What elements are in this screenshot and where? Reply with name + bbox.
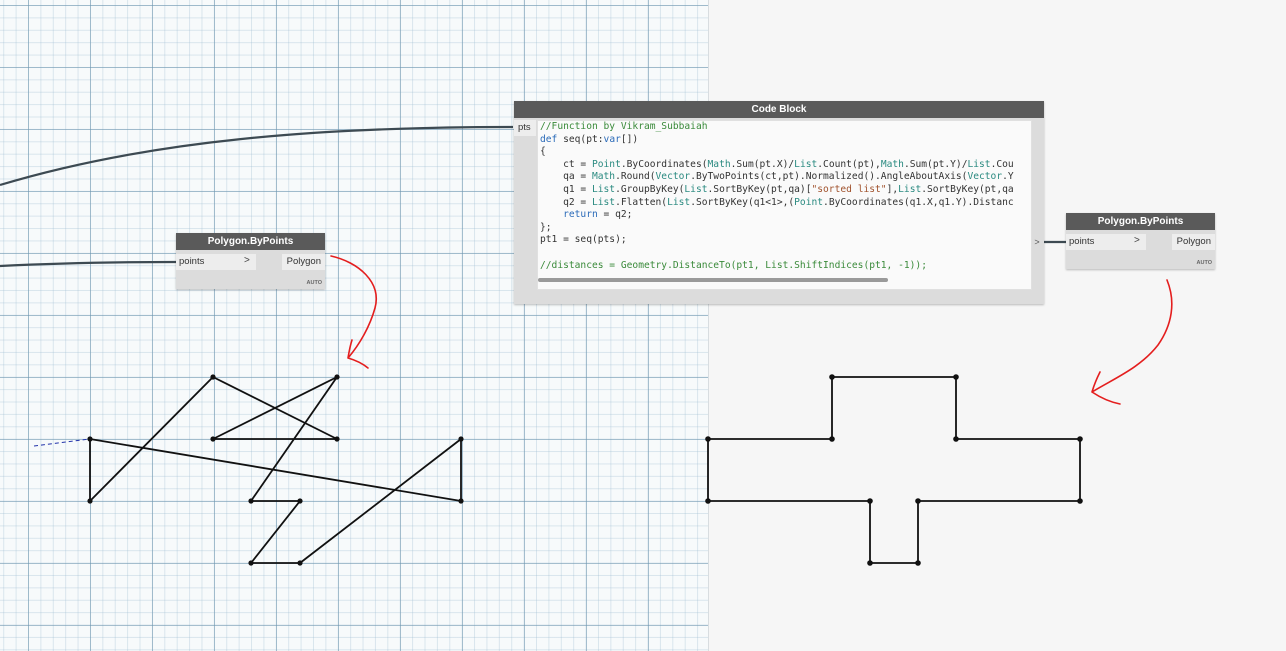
code-block-node[interactable]: Code Block pts //Function by Vikram_Subb… xyxy=(514,101,1044,304)
code-token: .Y xyxy=(1002,171,1014,183)
code-token: return xyxy=(563,209,598,221)
code-block-title[interactable]: Code Block xyxy=(514,101,1044,118)
polygon-node-title[interactable]: Polygon.ByPoints xyxy=(176,233,325,250)
code-line[interactable]: q2 = List.Flatten(List.SortByKey(q1<1>,(… xyxy=(540,197,1031,210)
code-token: pt1 = seq(pts); xyxy=(540,234,627,246)
annotation-arrow-right xyxy=(1091,279,1173,405)
code-line[interactable]: ct = Point.ByCoordinates(Math.Sum(pt.X)/… xyxy=(540,159,1031,172)
code-token: .Count(pt), xyxy=(817,158,881,170)
code-token: ct = xyxy=(540,158,592,170)
code-token: Vector xyxy=(967,171,1003,183)
code-line[interactable]: qa = Math.Round(Vector.ByTwoPoints(ct,pt… xyxy=(540,171,1031,184)
code-editor-scrollbar[interactable] xyxy=(538,278,888,282)
code-token: q2 = xyxy=(540,196,592,208)
lacing-label[interactable]: AUTO xyxy=(1197,260,1212,266)
code-token: List xyxy=(591,183,616,195)
polygon-output-label: Polygon xyxy=(1176,236,1211,247)
code-token: .Round( xyxy=(615,171,656,183)
sorted-polygon xyxy=(707,376,1081,564)
code-token: var xyxy=(603,133,621,145)
annotation-arrow-left xyxy=(330,255,377,369)
code-token: .GroupByKey( xyxy=(615,183,685,195)
code-token: "sorted list" xyxy=(811,183,887,195)
code-token: .Sum(pt.X)/ xyxy=(730,158,795,170)
code-token: seq(pt: xyxy=(563,133,604,145)
code-token: List xyxy=(684,183,708,195)
polygon-bypoints-node-left[interactable]: Polygon.ByPoints points > Polygon AUTO xyxy=(176,233,325,289)
code-token: Point xyxy=(794,196,824,208)
code-line[interactable]: def seq(pt:var[]) xyxy=(540,134,1031,147)
geometry-canvas[interactable] xyxy=(0,0,1286,651)
input-arrow-icon: > xyxy=(1134,235,1140,246)
code-token: q1 = xyxy=(540,183,592,195)
code-token: .ByCoordinates(q1.X,q1.Y).Distanc xyxy=(823,196,1014,208)
code-block-output-port[interactable]: > xyxy=(1030,234,1044,250)
code-token: ], xyxy=(886,183,899,195)
code-token: Math xyxy=(591,171,616,183)
code-token: .Flatten( xyxy=(615,196,668,208)
code-token: //distances = Geometry.DistanceTo(pt1, L… xyxy=(540,259,927,271)
code-token: { xyxy=(540,146,546,158)
polygon-output-port[interactable]: Polygon xyxy=(282,254,325,270)
code-line[interactable]: //Function by Vikram_Subbaiah xyxy=(540,121,1031,134)
code-line[interactable]: pt1 = seq(pts); xyxy=(540,234,1031,247)
code-token: }; xyxy=(540,221,552,233)
sorted-polygon-vertices xyxy=(705,374,1083,566)
code-token: .ByTwoPoints(ct,pt).Normalized().AngleAb… xyxy=(690,171,968,183)
code-token: Point xyxy=(591,158,621,170)
polygon-node-title[interactable]: Polygon.ByPoints xyxy=(1066,213,1215,230)
code-block-output-symbol: > xyxy=(1034,237,1040,247)
wire-to-code-block xyxy=(0,125,514,187)
code-token: .Sum(pt.Y)/ xyxy=(903,158,968,170)
code-line[interactable]: }; xyxy=(540,222,1031,235)
code-token: Math xyxy=(707,158,731,170)
code-token: List xyxy=(667,196,691,208)
code-token: //Function by Vikram_Subbaiah xyxy=(540,121,708,132)
code-token: = q2; xyxy=(597,209,633,221)
code-token: def xyxy=(540,133,564,145)
code-token: List xyxy=(591,196,616,208)
code-token: qa = xyxy=(540,171,592,183)
code-token: List xyxy=(794,158,818,170)
code-line[interactable]: { xyxy=(540,146,1031,159)
polygon-output-port[interactable]: Polygon xyxy=(1172,234,1215,250)
code-editor[interactable]: //Function by Vikram_Subbaiah def seq(pt:… xyxy=(537,120,1032,290)
wire-to-left-polygon xyxy=(0,260,177,268)
code-line[interactable]: //distances = Geometry.DistanceTo(pt1, L… xyxy=(540,260,1031,273)
points-input-label: points xyxy=(1069,236,1095,247)
code-token: .SortByKey(pt,qa xyxy=(921,183,1014,195)
polygon-output-label: Polygon xyxy=(286,256,321,267)
code-token: .Cou xyxy=(990,158,1014,170)
code-token: .SortByKey(q1<1>,( xyxy=(690,196,795,208)
dashed-preview-line xyxy=(33,438,91,447)
code-token: List xyxy=(898,183,922,195)
code-token: Vector xyxy=(655,171,691,183)
code-token: List xyxy=(967,158,991,170)
input-arrow-icon: > xyxy=(244,255,250,266)
code-line[interactable]: return = q2; xyxy=(540,209,1031,222)
code-block-input-label: pts xyxy=(518,122,531,133)
code-token: []) xyxy=(620,133,639,145)
unsorted-polygon xyxy=(89,376,462,564)
code-block-input-port[interactable]: pts xyxy=(514,120,536,136)
polygon-bypoints-node-right[interactable]: Polygon.ByPoints points > Polygon AUTO xyxy=(1066,213,1215,269)
code-line[interactable] xyxy=(540,247,1031,260)
code-token: Math xyxy=(880,158,904,170)
lacing-label[interactable]: AUTO xyxy=(307,280,322,286)
code-token: .SortByKey(pt,qa)[ xyxy=(707,183,812,195)
points-input-label: points xyxy=(179,256,205,267)
code-line[interactable]: q1 = List.GroupByKey(List.SortByKey(pt,q… xyxy=(540,184,1031,197)
code-token: .ByCoordinates( xyxy=(620,158,708,170)
